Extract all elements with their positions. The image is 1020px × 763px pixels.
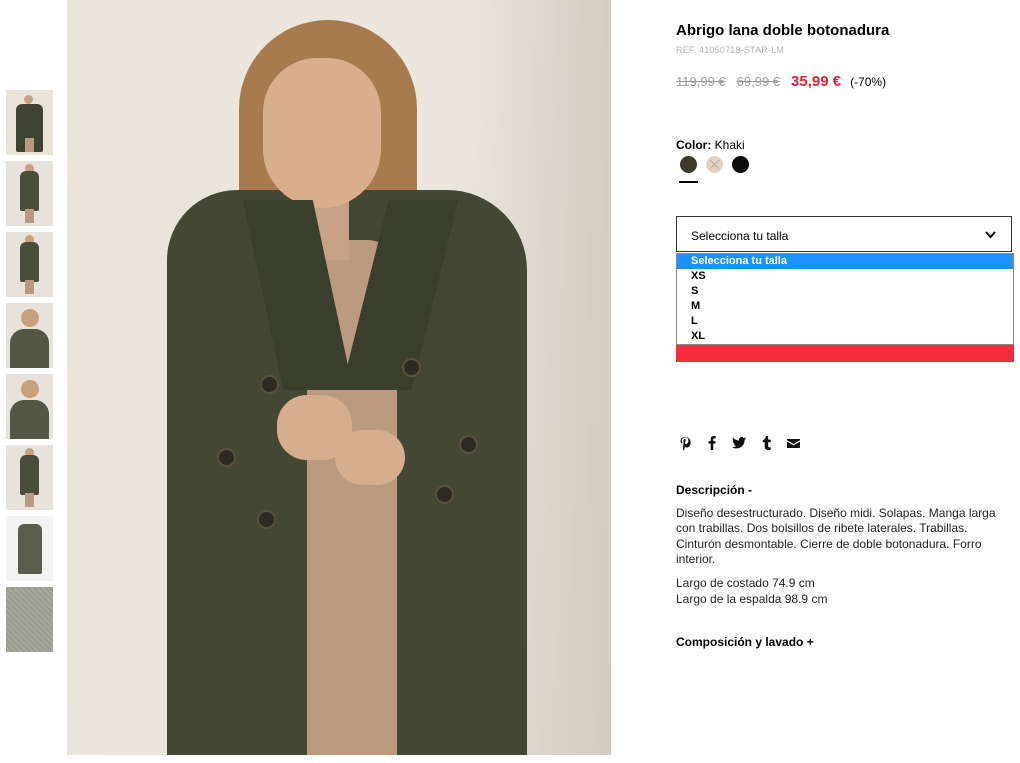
color-value: Khaki [714, 138, 745, 152]
thumb-figure [24, 95, 33, 104]
price-original: 119,99 € [676, 74, 726, 89]
color-label: Color: Khaki [676, 138, 745, 152]
product-title: Abrigo lana doble botonadura [676, 22, 890, 39]
price-previous: 69,99 € [736, 74, 781, 89]
mail-icon[interactable] [786, 435, 800, 451]
pinterest-icon[interactable] [678, 435, 692, 451]
size-option-xl[interactable]: XL [677, 329, 1013, 344]
measure-back-length: Largo de la espalda 98.9 cm [676, 591, 828, 606]
description-text: Diseño desestructurado. Diseño midi. Sol… [676, 506, 996, 566]
thumbnail-6[interactable] [6, 445, 53, 510]
facebook-icon[interactable] [705, 435, 719, 451]
thumbnail-4[interactable] [6, 303, 53, 368]
size-option-s[interactable]: S [677, 284, 1013, 299]
color-label-prefix: Color: [676, 138, 712, 152]
thumbnail-8[interactable] [6, 587, 53, 652]
price-row: 119,99 € 69,99 € 35,99 € (-70%) [676, 73, 886, 90]
main-product-image[interactable] [67, 0, 611, 755]
tumblr-icon[interactable] [759, 435, 773, 451]
size-option-l[interactable]: L [677, 314, 1013, 329]
size-option-xs[interactable]: XS [677, 269, 1013, 284]
thumbnail-2[interactable] [6, 161, 53, 226]
thumbnail-7[interactable] [6, 516, 53, 581]
price-sale: 35,99 € [791, 73, 842, 90]
thumbnail-3[interactable] [6, 232, 53, 297]
swatch-khaki[interactable] [679, 156, 698, 183]
thumbnail-1[interactable] [6, 90, 53, 155]
thumbnail-list [6, 90, 53, 658]
chevron-down-icon [985, 231, 996, 239]
color-swatches [679, 156, 749, 183]
size-option-m[interactable]: M [677, 299, 1013, 314]
size-option[interactable]: Selecciona tu talla [677, 254, 1013, 269]
twitter-icon[interactable] [732, 435, 746, 451]
measure-side-length: Largo de costado 74.9 cm [676, 576, 815, 590]
unavailable-cross-icon [709, 159, 720, 170]
swatch-beige[interactable] [706, 156, 723, 173]
size-select-label: Selecciona tu talla [691, 229, 789, 243]
composition-toggle[interactable]: Composición y lavado + [676, 635, 814, 649]
size-dropdown-list: Selecciona tu talla XS S M L XL [676, 253, 1014, 345]
discount-badge: (-70%) [850, 75, 887, 89]
description-toggle[interactable]: Descripción - [676, 483, 752, 497]
product-ref: REF. 41050718-STAR-LM [676, 45, 785, 55]
size-select[interactable]: Selecciona tu talla [676, 216, 1012, 252]
swatch-black[interactable] [732, 156, 749, 173]
share-icons [678, 435, 800, 451]
measurements: Largo de costado 74.9 cm Largo de la esp… [676, 576, 827, 607]
thumbnail-5[interactable] [6, 374, 53, 439]
